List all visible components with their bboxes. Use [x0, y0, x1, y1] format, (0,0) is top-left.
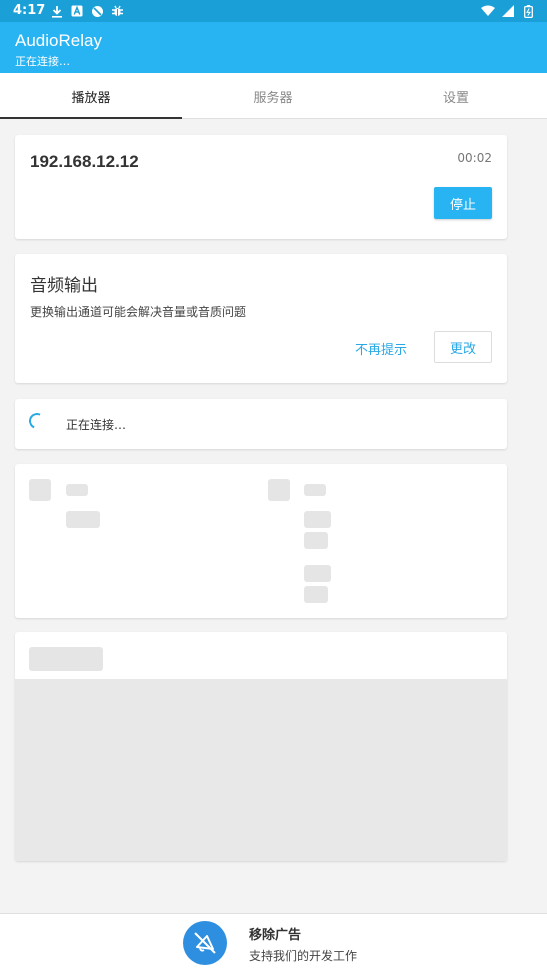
elapsed-time: 00:02	[457, 151, 492, 165]
tab-settings[interactable]: 设置	[365, 73, 547, 119]
status-time: 4:17	[13, 3, 46, 18]
audio-output-title: 音频输出	[30, 276, 98, 296]
server-ip: 192.168.12.12	[30, 152, 139, 171]
download-icon	[50, 4, 64, 18]
wifi-icon	[481, 4, 495, 18]
status-icons-left	[50, 4, 124, 18]
loading-spinner-icon	[26, 410, 48, 432]
tab-server[interactable]: 服务器	[182, 73, 364, 119]
skeleton-block	[66, 511, 100, 528]
skeleton-card	[15, 464, 507, 618]
skeleton-block	[304, 511, 331, 528]
change-button[interactable]: 更改	[434, 331, 492, 363]
audio-output-card: 音频输出 更换输出通道可能会解决音量或音质问题 不再提示 更改	[15, 254, 507, 383]
app-title: AudioRelay	[15, 31, 102, 50]
skeleton-block	[268, 479, 290, 501]
skeleton-block	[304, 484, 326, 496]
status-icons-right	[481, 4, 535, 18]
skeleton-block	[29, 479, 51, 501]
status-bar: 4:17	[0, 0, 547, 22]
skeleton-block	[29, 647, 103, 671]
dismiss-button[interactable]: 不再提示	[355, 339, 407, 358]
app-bar: AudioRelay 正在连接…	[0, 22, 547, 73]
skeleton-block	[304, 532, 328, 549]
ad-card	[15, 632, 507, 861]
bug-icon	[110, 4, 124, 18]
battery-icon	[521, 4, 535, 18]
remove-ads-subtitle: 支持我们的开发工作	[249, 949, 358, 963]
tab-player[interactable]: 播放器	[0, 73, 182, 119]
audio-output-description: 更换输出通道可能会解决音量或音质问题	[30, 305, 247, 319]
connecting-card: 正在连接…	[15, 399, 507, 449]
remove-ads-title[interactable]: 移除广告	[249, 924, 301, 943]
tab-bar: 播放器 服务器 设置	[0, 73, 547, 119]
ad-media-placeholder	[15, 679, 507, 861]
do-not-disturb-icon	[90, 4, 104, 18]
skeleton-block	[304, 565, 331, 582]
skeleton-block	[304, 586, 328, 603]
stop-button[interactable]: 停止	[434, 187, 492, 219]
connecting-text: 正在连接…	[66, 418, 127, 432]
remove-ads-bar[interactable]: 移除广告 支持我们的开发工作	[0, 913, 547, 972]
skeleton-block	[66, 484, 88, 496]
app-subtitle: 正在连接…	[15, 55, 70, 68]
tab-indicator	[0, 117, 182, 119]
signal-icon	[501, 4, 515, 18]
a-box-icon	[70, 4, 84, 18]
server-card: 192.168.12.12 00:02 停止	[15, 135, 507, 239]
no-ads-icon[interactable]	[183, 921, 227, 965]
